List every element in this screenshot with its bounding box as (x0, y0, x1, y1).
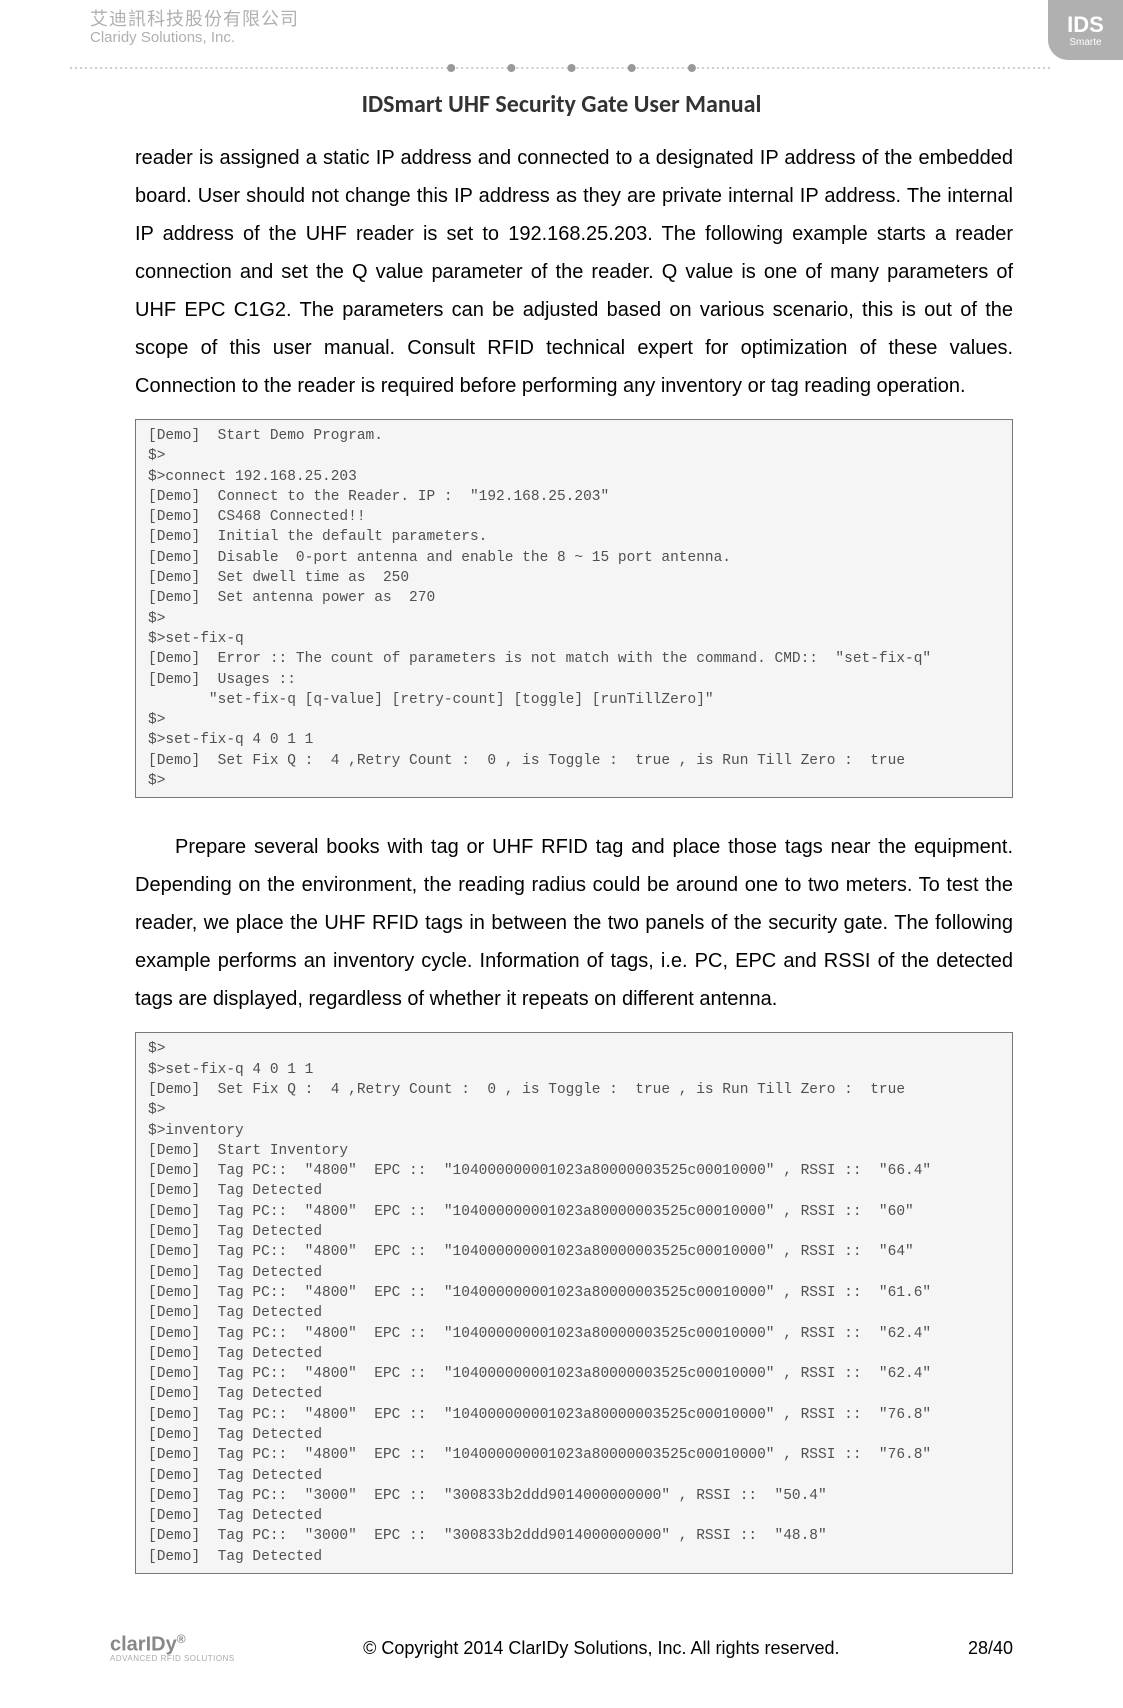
brand-badge-main: IDS (1067, 12, 1104, 38)
footer-logo: clarIDy® ADVANCED RFID SOLUTIONS (110, 1633, 235, 1663)
company-name-en: Claridy Solutions, Inc. (90, 30, 1123, 47)
footer-logo-text: clarIDy (110, 1634, 177, 1656)
footer-copyright: © Copyright 2014 ClarIDy Solutions, Inc.… (235, 1638, 968, 1659)
document-title: IDSmart UHF Security Gate User Manual (110, 90, 1013, 119)
paragraph-1: reader is assigned a static IP address a… (135, 139, 1013, 405)
page-footer: clarIDy® ADVANCED RFID SOLUTIONS © Copyr… (110, 1618, 1013, 1678)
header-separator (70, 60, 1053, 76)
page-header: 艾迪訊科技股份有限公司 Claridy Solutions, Inc. (90, 10, 1123, 46)
brand-badge: IDS Smarte (1048, 0, 1123, 60)
footer-logo-tagline: ADVANCED RFID SOLUTIONS (110, 1655, 235, 1663)
brand-badge-sub: Smarte (1069, 37, 1101, 48)
code-block-2: $> $>set-fix-q 4 0 1 1 [Demo] Set Fix Q … (135, 1032, 1013, 1574)
company-name-cn: 艾迪訊科技股份有限公司 (90, 10, 1123, 30)
code-block-1: [Demo] Start Demo Program. $> $>connect … (135, 419, 1013, 798)
paragraph-2: Prepare several books with tag or UHF RF… (135, 828, 1013, 1018)
footer-page-number: 28/40 (968, 1638, 1013, 1659)
footer-logo-reg: ® (177, 1632, 186, 1646)
